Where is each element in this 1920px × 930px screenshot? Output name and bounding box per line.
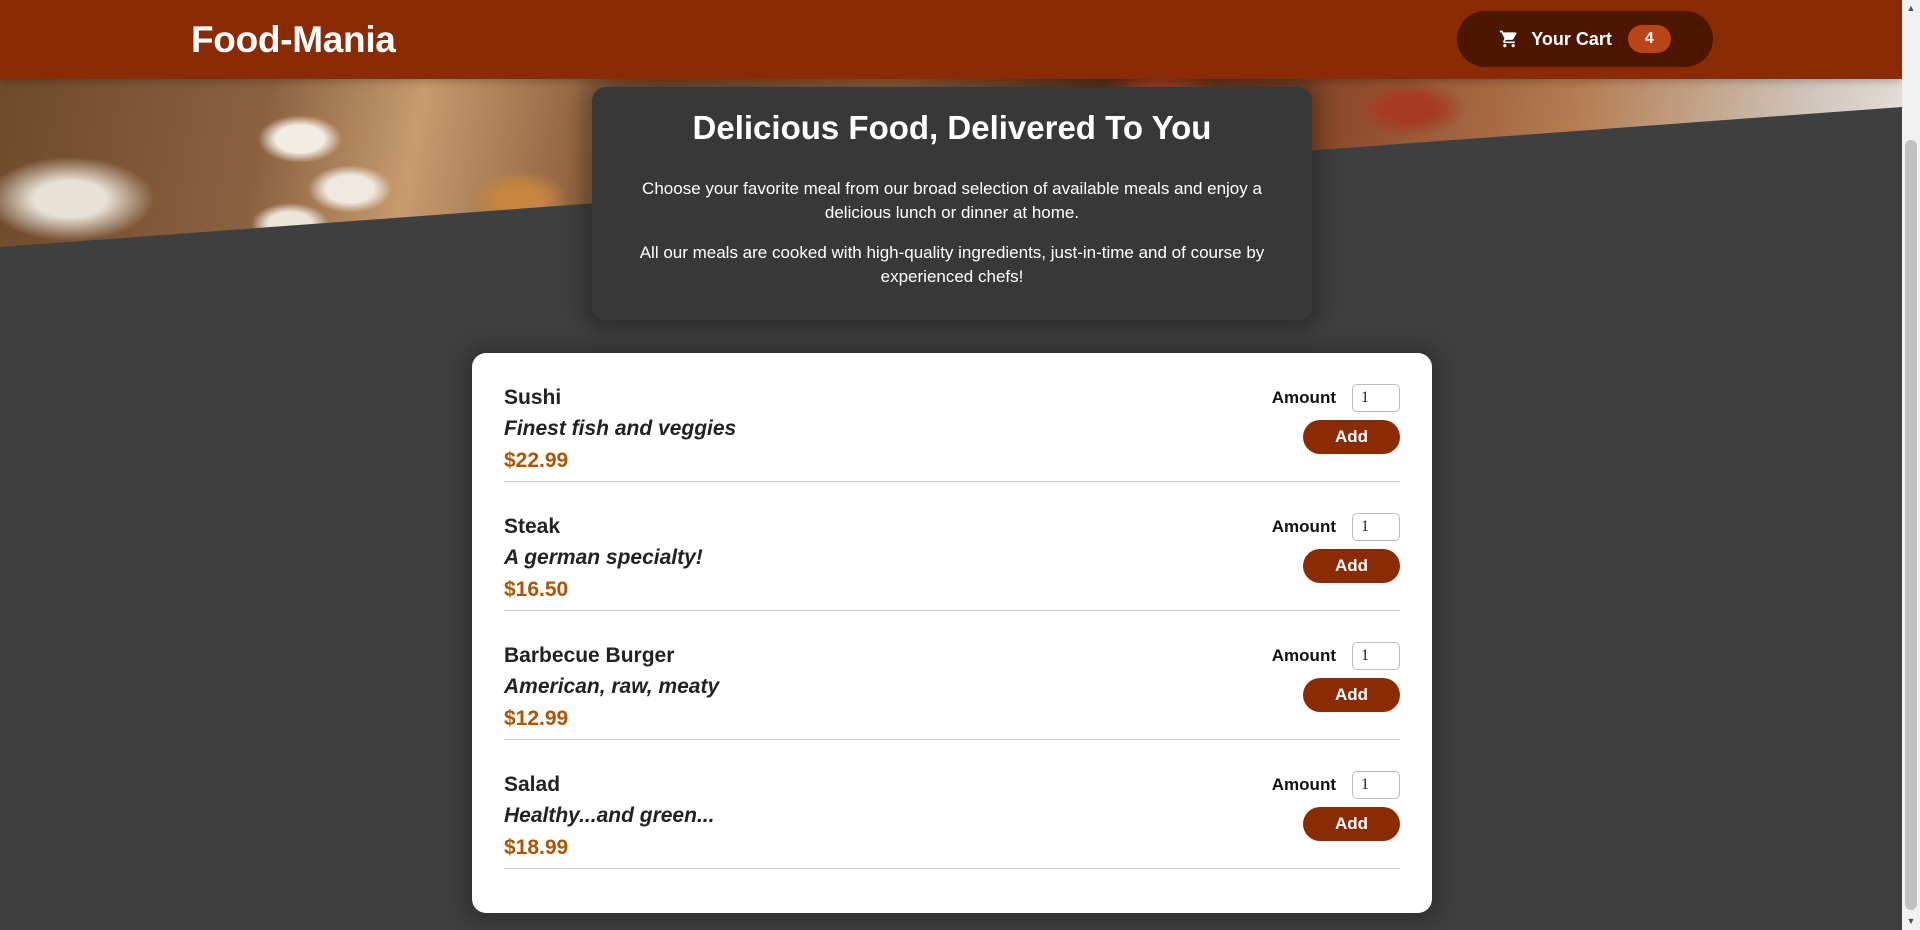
amount-label: Amount (1271, 517, 1336, 536)
amount-row: Amount (1260, 642, 1400, 670)
brand-title: Food-Mania (191, 19, 396, 60)
summary-title: Delicious Food, Delivered To You (692, 109, 1212, 146)
meal-item-sushi: Sushi Finest fish and veggies $22.99 Amo… (504, 353, 1400, 482)
meal-item-salad: Salad Healthy...and green... $18.99 Amou… (504, 740, 1400, 869)
meal-description: Healthy...and green... (504, 804, 715, 827)
add-to-cart-button[interactable]: Add (1303, 549, 1400, 583)
meal-price: $12.99 (504, 707, 569, 730)
scroll-down-arrow-icon[interactable]: ▼ (1902, 913, 1920, 930)
meal-info: Barbecue Burger American, raw, meaty $12… (504, 643, 719, 732)
amount-row: Amount (1260, 771, 1400, 799)
meal-add-form: Amount Add (1260, 384, 1400, 454)
meal-name: Salad (504, 773, 561, 796)
scroll-up-arrow-icon[interactable]: ▲ (1902, 0, 1920, 17)
meal-info: Sushi Finest fish and veggies $22.99 (504, 385, 736, 474)
app-header: Food-Mania Your Cart 4 (0, 0, 1902, 79)
add-to-cart-button[interactable]: Add (1303, 678, 1400, 712)
summary-card: Delicious Food, Delivered To You Choose … (592, 87, 1312, 320)
meal-name: Sushi (504, 386, 562, 409)
amount-input[interactable] (1352, 771, 1400, 799)
scrollbar-thumb[interactable] (1905, 140, 1917, 910)
meal-name: Barbecue Burger (504, 644, 675, 667)
cart-button[interactable]: Your Cart 4 (1457, 11, 1713, 67)
summary-paragraph-2: All our meals are cooked with high-quali… (639, 243, 1265, 286)
add-to-cart-button[interactable]: Add (1303, 420, 1400, 454)
meal-price: $18.99 (504, 836, 569, 859)
meal-add-form: Amount Add (1260, 771, 1400, 841)
amount-label: Amount (1271, 775, 1336, 794)
cart-icon (1499, 29, 1519, 49)
amount-row: Amount (1260, 384, 1400, 412)
meal-description: Finest fish and veggies (504, 417, 737, 440)
meal-info: Salad Healthy...and green... $18.99 (504, 772, 714, 861)
meal-list: Sushi Finest fish and veggies $22.99 Amo… (504, 353, 1400, 869)
meal-info: Steak A german specialty! $16.50 (504, 514, 703, 603)
amount-label: Amount (1271, 646, 1336, 665)
cart-count-badge: 4 (1627, 25, 1671, 53)
meal-add-form: Amount Add (1260, 513, 1400, 583)
amount-label: Amount (1271, 388, 1336, 407)
cart-label: Your Cart (1531, 28, 1612, 49)
summary-paragraph-1: Choose your favorite meal from our broad… (642, 179, 1262, 222)
amount-row: Amount (1260, 513, 1400, 541)
page-scrollbar[interactable]: ▲ ▼ (1902, 0, 1920, 930)
amount-input[interactable] (1352, 384, 1400, 412)
amount-input[interactable] (1352, 513, 1400, 541)
meal-price: $16.50 (504, 578, 569, 601)
meal-name: Steak (504, 515, 561, 538)
meal-description: A german specialty! (504, 546, 703, 569)
meals-card: Sushi Finest fish and veggies $22.99 Amo… (472, 353, 1432, 913)
amount-input[interactable] (1352, 642, 1400, 670)
meal-item-steak: Steak A german specialty! $16.50 Amount … (504, 482, 1400, 611)
meal-price: $22.99 (504, 449, 569, 472)
meal-description: American, raw, meaty (504, 675, 720, 698)
meal-add-form: Amount Add (1260, 642, 1400, 712)
add-to-cart-button[interactable]: Add (1303, 807, 1400, 841)
meal-item-barbecue-burger: Barbecue Burger American, raw, meaty $12… (504, 611, 1400, 740)
